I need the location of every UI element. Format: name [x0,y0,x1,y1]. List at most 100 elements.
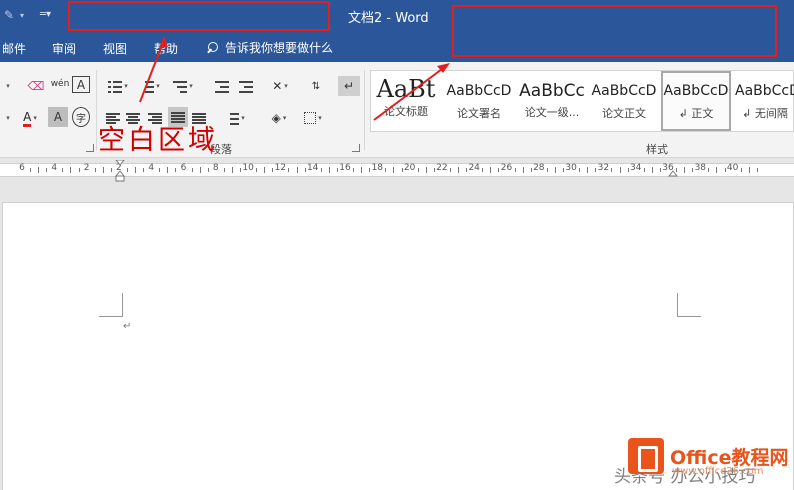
font-launcher-icon[interactable] [86,144,94,152]
shading-icon[interactable]: ◈ ▾ [264,108,294,128]
ruler-tick [191,168,193,172]
ruler-label: 26 [500,163,513,173]
style-item-normal[interactable]: AaBbCcD ↲ 正文 [661,71,731,131]
tab-mailings[interactable]: 邮件 [2,40,26,57]
style-item-paper-title[interactable]: AaBt 论文标题 [371,71,441,131]
ruler-label: 34 [629,163,642,173]
ruler-tick [546,168,548,172]
ruler-label: 14 [306,163,319,173]
enclose-characters-icon[interactable]: 字 [72,107,90,127]
ruler-tick [167,167,169,173]
text-effects-dropdown-icon[interactable]: ▾ [0,108,14,128]
style-item-no-spacing[interactable]: AaBbCcD ↲ 无间隔 [735,71,794,131]
tab-help[interactable]: 帮助 [154,40,178,57]
ruler-tick [651,167,653,173]
customize-dropdown-icon[interactable]: ═▾ [40,9,51,20]
style-item-paper-body[interactable]: AaBbCcD 论文正文 [589,71,659,131]
ruler-label: 30 [565,163,577,173]
qat-dropdown-icon[interactable]: ▾ [20,11,24,20]
ruler-label: 10 [242,163,254,173]
ruler-tick [256,168,258,172]
ruler-tick [110,168,112,172]
character-border-icon[interactable]: A [72,76,90,93]
ruler-label: 4 [148,163,155,173]
ruler-label: 20 [403,163,416,173]
ruler-tick [369,168,371,172]
paragraph-launcher-icon[interactable] [352,144,360,152]
ruler-tick [611,168,613,172]
group-divider [96,70,97,150]
ruler-tick [143,168,145,172]
ruler-tick [587,167,589,173]
ruler-tick [223,168,225,172]
ruler-tick [231,167,233,173]
ruler-tick [94,168,96,172]
increase-indent-icon[interactable] [236,76,256,96]
ruler-tick [135,167,137,173]
ruler-tick [458,167,460,173]
ruler-tick [425,167,427,173]
character-shading-icon[interactable]: A [48,107,68,127]
tell-me-search[interactable]: 告诉我你想要做什么 [205,39,333,56]
ruler-label: 38 [694,163,707,173]
search-icon [205,41,219,55]
sort-icon[interactable]: ⇅ [306,76,326,96]
ruler-tick [304,168,306,172]
ruler-tick [530,168,532,172]
ruler-tick [328,167,330,173]
style-item-paper-author[interactable]: AaBbCcD 论文署名 [443,71,515,131]
indent-marker-icon[interactable] [115,160,125,182]
ruler-tick [627,168,629,172]
show-marks-icon[interactable]: ↵ [338,76,360,96]
style-item-paper-heading1[interactable]: AaBbCc 论文一级... [517,71,587,131]
bullets-icon[interactable]: ▾ [104,76,132,96]
ruler-tick [207,168,209,172]
group-divider [364,70,365,150]
ruler-tick [320,168,322,172]
highlight-box-right [452,5,777,57]
ruler-tick [417,168,419,172]
ruler-tick [595,168,597,172]
borders-icon[interactable]: ▾ [298,108,328,128]
ruler-tick [175,168,177,172]
highlight-box-left [68,1,330,31]
text-direction-icon[interactable]: ✕ ▾ [266,76,294,96]
ruler-label: 28 [533,163,545,173]
ruler-tick [199,167,201,173]
right-indent-marker-icon[interactable] [668,160,678,182]
ruler-tick [62,168,64,172]
ruler-label: 24 [468,163,480,173]
edit-icon[interactable]: ✎ [4,8,14,22]
ruler-label: 12 [274,163,287,173]
ruler-tick [102,167,104,173]
window-title: 文档2 - Word [348,11,429,26]
watermark-url: www.office26.com [672,466,764,477]
phonetic-guide-icon[interactable]: wén [50,74,70,94]
ruler-tick [272,168,274,172]
ruler-tick [46,168,48,172]
line-spacing-icon[interactable]: ▾ [220,108,250,128]
font-color-icon[interactable]: A ▾ [14,108,46,128]
ruler-label: 2 [83,163,90,173]
ruler-tick [643,168,645,172]
ruler-tick [336,168,338,172]
decrease-indent-icon[interactable] [212,76,232,96]
ruler-tick [296,167,298,173]
ruler-label: 16 [339,163,351,173]
font-dropdown-icon[interactable]: ▾ [0,76,14,96]
tab-review[interactable]: 审阅 [52,40,76,57]
multilevel-list-icon[interactable]: ▾ [168,76,198,96]
ruler-tick [522,167,524,173]
ruler-tick [748,167,750,173]
tell-me-label: 告诉我你想要做什么 [225,41,334,55]
ruler-tick [716,167,718,173]
ruler-tick [288,168,290,172]
tab-view[interactable]: 视图 [103,40,127,57]
clear-formatting-icon[interactable]: ⌫ [26,76,46,96]
margin-corner-left [99,293,123,317]
ruler-tick [659,168,661,172]
numbering-icon[interactable]: ▾ [136,76,164,96]
ruler-label: 4 [51,163,58,173]
office-logo-icon [628,438,664,474]
ruler-tick [756,168,758,172]
